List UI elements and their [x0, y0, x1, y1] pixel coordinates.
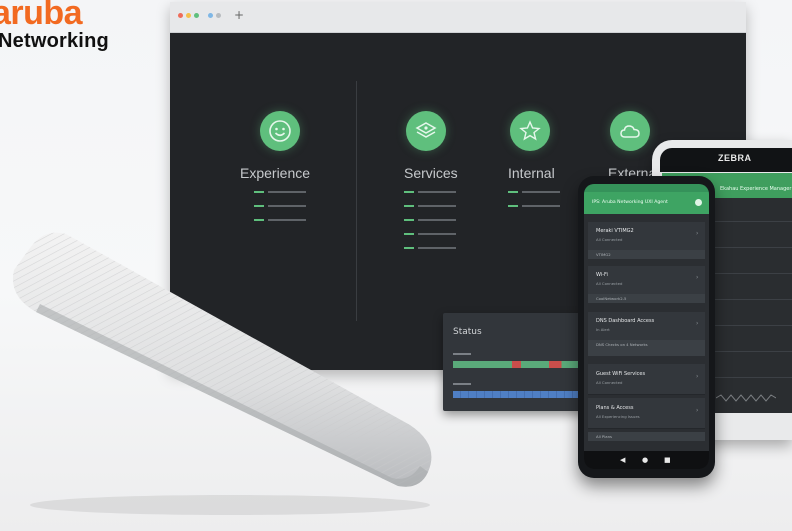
chevron-right-icon: ›	[696, 407, 699, 414]
back-icon[interactable]: ◀	[620, 456, 625, 464]
aruba-networking-logo: aruba Networking	[0, 0, 140, 64]
list-item[interactable]: Guest WiFi Services All Connected ›	[588, 364, 705, 395]
sensor-device-image	[0, 220, 440, 520]
smiley-icon	[260, 111, 300, 151]
status-row-label	[453, 383, 471, 385]
phone-status-bar	[584, 184, 709, 192]
list-item-detail: DNS Checks on 4 Networks	[588, 340, 705, 356]
list-item-detail: All Plans	[588, 432, 705, 441]
tab-indicator-icon[interactable]	[216, 13, 221, 18]
list-item[interactable]: DNS Dashboard Access In Alert ›	[588, 312, 705, 341]
list-item-detail: VTIMG2	[588, 250, 705, 259]
phone-screen: IPS: Aruba Networking UXI Agent Meraki V…	[584, 184, 709, 469]
category-label: Experience	[240, 165, 311, 181]
minimize-dot-icon[interactable]	[186, 13, 191, 18]
tab-indicator-icon[interactable]	[208, 13, 213, 18]
chevron-right-icon: ›	[696, 230, 699, 237]
browser-tab-bar: +	[170, 2, 746, 33]
layers-icon	[406, 111, 446, 151]
phone-header-title: IPS: Aruba Networking UXI Agent	[592, 200, 668, 205]
smartphone-device: IPS: Aruba Networking UXI Agent Meraki V…	[578, 176, 715, 478]
status-row-label	[453, 353, 471, 355]
cloud-icon	[610, 111, 650, 151]
home-icon[interactable]: ●	[642, 456, 648, 464]
speaker-grill-icon	[716, 394, 776, 402]
list-item[interactable]: Meraki VTIMG2 All Connected ›	[588, 222, 705, 251]
chevron-right-icon: ›	[696, 274, 699, 281]
status-title: Status	[453, 327, 482, 337]
recents-icon[interactable]: ■	[664, 456, 671, 464]
chevron-right-icon: ›	[696, 373, 699, 380]
list-item[interactable]: Wi-Fi All Connected ›	[588, 266, 705, 295]
phone-app-header: IPS: Aruba Networking UXI Agent	[584, 192, 709, 214]
category-label: Internal	[508, 165, 555, 181]
new-tab-button[interactable]: +	[234, 8, 244, 22]
logo-subline: Networking	[0, 30, 109, 52]
maximize-dot-icon[interactable]	[194, 13, 199, 18]
settings-icon[interactable]	[695, 199, 702, 206]
chevron-right-icon: ›	[696, 320, 699, 327]
star-icon	[510, 111, 550, 151]
android-nav-bar: ◀ ● ■	[584, 451, 709, 469]
close-dot-icon[interactable]	[178, 13, 183, 18]
zebra-top-bezel: ZEBRA	[660, 148, 792, 172]
list-item[interactable]: Plans & Access All Experiencing Issues ›	[588, 398, 705, 429]
category-label: Services	[404, 165, 458, 181]
zebra-header-title: Ekahau Experience Manager	[720, 186, 792, 192]
logo-wordmark: aruba	[0, 0, 83, 32]
zebra-logo: ZEBRA	[718, 153, 752, 163]
list-item-detail: CoolNetwork2-5	[588, 294, 705, 303]
